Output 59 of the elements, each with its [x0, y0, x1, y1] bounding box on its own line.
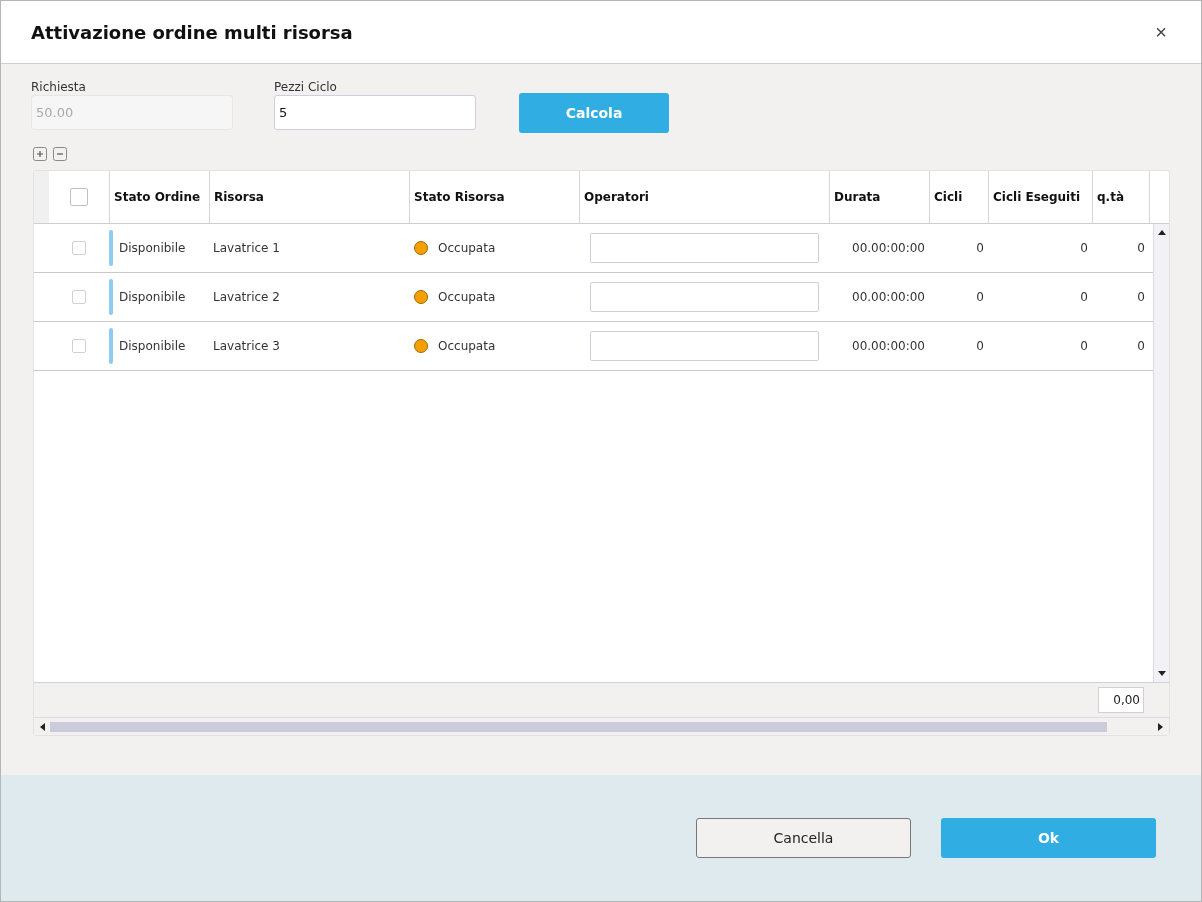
table-cell: 0 — [1080, 290, 1088, 304]
column-header[interactable]: Stato Ordine — [109, 171, 209, 223]
status-bar-marker — [109, 230, 113, 266]
table-cell: 00.00:00:00 — [852, 339, 925, 353]
horizontal-scrollbar[interactable] — [34, 717, 1169, 735]
table-cell: Occupata — [438, 241, 496, 255]
table-cell: Disponibile — [119, 241, 186, 255]
table-cell: 0 — [976, 339, 984, 353]
column-header[interactable]: q.tà — [1092, 171, 1149, 223]
table-cell: 00.00:00:00 — [852, 290, 925, 304]
checkbox[interactable] — [72, 241, 86, 255]
table-cell: 0 — [1137, 241, 1145, 255]
column-header[interactable]: Cicli — [929, 171, 988, 223]
scroll-down-icon[interactable] — [1157, 671, 1166, 676]
table-cell: Occupata — [438, 339, 496, 353]
column-header[interactable]: Durata — [829, 171, 929, 223]
collapse-all-icon[interactable] — [53, 147, 67, 161]
input-field[interactable] — [590, 233, 819, 263]
total-field: 0,00 — [1098, 687, 1144, 713]
column-header[interactable]: Operatori — [579, 171, 829, 223]
checkbox[interactable] — [72, 339, 86, 353]
vertical-scrollbar[interactable] — [1153, 224, 1169, 682]
table-cell: Lavatrice 1 — [213, 241, 280, 255]
scroll-thumb[interactable] — [50, 721, 1107, 732]
cancel-button[interactable]: Cancella — [696, 818, 911, 858]
column-header[interactable]: Stato Risorsa — [409, 171, 579, 223]
status-bar-marker — [109, 279, 113, 315]
expand-all-icon[interactable] — [33, 147, 47, 161]
input-field[interactable] — [590, 331, 819, 361]
checkbox[interactable] — [70, 188, 88, 206]
table-cell: 0 — [1137, 290, 1145, 304]
input-field[interactable]: 5 — [274, 95, 476, 130]
status-bar-marker — [109, 328, 113, 364]
table-cell: Disponibile — [119, 339, 186, 353]
field-label: Richiesta — [31, 80, 87, 94]
column-header[interactable]: Risorsa — [209, 171, 409, 223]
table-cell: Lavatrice 2 — [213, 290, 280, 304]
table-cell: 0 — [1080, 241, 1088, 255]
table-cell: 0 — [976, 241, 984, 255]
table-cell: 00.00:00:00 — [852, 241, 925, 255]
status-dot — [414, 339, 428, 353]
status-dot — [414, 290, 428, 304]
close-button[interactable]: × — [1151, 20, 1171, 44]
scroll-up-icon[interactable] — [1157, 230, 1166, 235]
input-field[interactable] — [590, 282, 819, 312]
table-cell: 0 — [976, 290, 984, 304]
checkbox[interactable] — [72, 290, 86, 304]
column-header[interactable]: Cicli Eseguiti — [988, 171, 1092, 223]
table-cell: 0 — [1080, 339, 1088, 353]
dialog-title: Attivazione ordine multi risorsa — [31, 21, 353, 43]
table-cell: 0 — [1137, 339, 1145, 353]
row-header-column — [34, 171, 49, 223]
scroll-left-icon[interactable] — [40, 722, 45, 731]
field-label: Pezzi Ciclo — [274, 80, 338, 94]
table-cell: Occupata — [438, 290, 496, 304]
table-cell: Disponibile — [119, 290, 186, 304]
scroll-right-icon[interactable] — [1158, 722, 1163, 731]
status-dot — [414, 241, 428, 255]
table-cell: Lavatrice 3 — [213, 339, 280, 353]
